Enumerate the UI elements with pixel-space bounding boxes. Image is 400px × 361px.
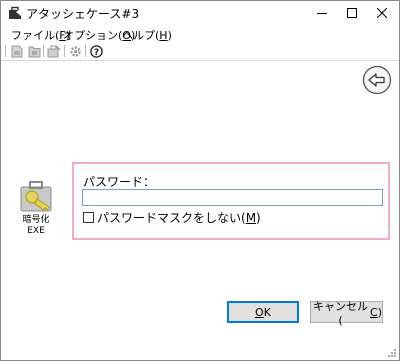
password-input[interactable] <box>82 189 383 206</box>
mask-checkbox-label[interactable]: パスワードマスクをしない(M) <box>97 209 261 226</box>
resize-grip-icon <box>388 349 396 357</box>
close-button[interactable] <box>367 1 397 25</box>
toolbar-grip <box>5 45 6 57</box>
minimize-icon <box>317 13 327 14</box>
encrypt-exe-toggle[interactable] <box>17 179 55 215</box>
mask-checkbox[interactable] <box>83 212 94 223</box>
back-button[interactable] <box>362 65 392 95</box>
encrypt-file-icon <box>11 45 23 57</box>
delete-button[interactable] <box>47 44 61 58</box>
ok-button[interactable]: OK <box>227 301 299 323</box>
help-button[interactable]: ? <box>89 44 103 58</box>
delete-icon <box>47 44 61 57</box>
app-window: アタッシェケース#3 ファイル(F) オプション(O) ヘルプ(H) ? 暗号化… <box>0 0 400 361</box>
resize-grip[interactable] <box>387 347 397 357</box>
back-arrow-icon <box>362 65 392 95</box>
decrypt-file-button[interactable] <box>27 44 41 58</box>
toolbar: ? <box>1 43 399 61</box>
briefcase-icon <box>8 6 22 20</box>
encrypt-file-button[interactable] <box>10 44 24 58</box>
close-icon <box>377 8 387 18</box>
encrypt-exe-label: 暗号化 EXE <box>22 215 50 236</box>
decrypt-file-icon <box>28 46 40 57</box>
toolbar-separator <box>43 45 44 57</box>
window-title: アタッシェケース#3 <box>26 7 140 21</box>
menu-bar: ファイル(F) オプション(O) ヘルプ(H) <box>1 25 399 43</box>
cancel-button[interactable]: キャンセル(C) <box>310 300 383 327</box>
menu-file[interactable]: ファイル(F) <box>11 27 70 43</box>
maximize-button[interactable] <box>337 1 367 25</box>
toolbar-separator <box>64 45 65 57</box>
password-label: パスワード： <box>83 175 156 189</box>
maximize-icon <box>347 8 357 18</box>
menu-help[interactable]: ヘルプ(H) <box>122 27 172 43</box>
title-bar[interactable]: アタッシェケース#3 <box>1 1 399 25</box>
help-glyph: ? <box>93 48 98 58</box>
toolbar-separator <box>85 45 86 57</box>
minimize-button[interactable] <box>307 1 337 25</box>
settings-button[interactable] <box>68 44 82 58</box>
settings-icon <box>69 45 81 57</box>
help-icon: ? <box>89 44 103 58</box>
key-briefcase-icon <box>20 181 52 212</box>
